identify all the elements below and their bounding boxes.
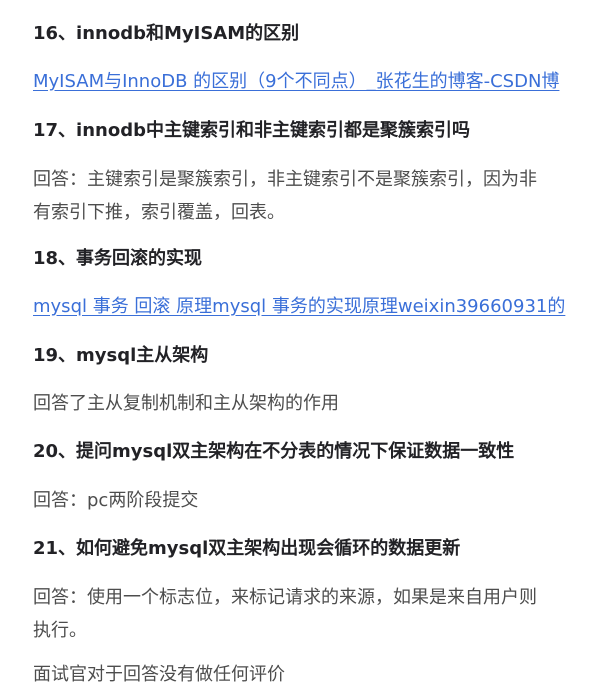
section-20-heading: 20、提问mysql双主架构在不分表的情况下保证数据一致性 bbox=[33, 441, 515, 462]
section-16-heading: 16、innodb和MyISAM的区别 bbox=[33, 23, 300, 44]
section-17-heading: 17、innodb中主键索引和非主键索引都是聚簇索引吗 bbox=[33, 120, 470, 141]
section-17-answer: 回答：主键索引是聚簇索引，非主键索引不是聚簇索引，因为非 有索引下推，索引覆盖，… bbox=[33, 163, 611, 229]
section-19-heading: 19、mysql主从架构 bbox=[33, 345, 209, 366]
section-17-answer-line2: 有索引下推，索引覆盖，回表。 bbox=[33, 202, 285, 223]
section-21-heading: 21、如何避免mysql双主架构出现会循环的数据更新 bbox=[33, 538, 461, 559]
section-19-answer: 回答了主从复制机制和主从架构的作用 bbox=[33, 393, 339, 414]
section-18-link[interactable]: mysql 事务 回滚 原理mysql 事务的实现原理weixin3966093… bbox=[33, 295, 565, 319]
section-18-heading: 18、事务回滚的实现 bbox=[33, 248, 203, 269]
section-21-answer-line2: 执行。 bbox=[33, 620, 87, 641]
section-21-answer: 回答：使用一个标志位，来标记请求的来源，如果是来自用户则 执行。 bbox=[33, 581, 611, 647]
section-17-answer-line1: 回答：主键索引是聚簇索引，非主键索引不是聚簇索引，因为非 bbox=[33, 169, 537, 190]
section-16-link[interactable]: MyISAM与InnoDB 的区别（9个不同点）_张花生的博客-CSDN博 bbox=[33, 70, 559, 94]
section-20-answer: 回答：pc两阶段提交 bbox=[33, 490, 199, 511]
section-21-answer-line1: 回答：使用一个标志位，来标记请求的来源，如果是来自用户则 bbox=[33, 587, 537, 608]
closing-remark: 面试官对于回答没有做任何评价 bbox=[33, 664, 285, 685]
